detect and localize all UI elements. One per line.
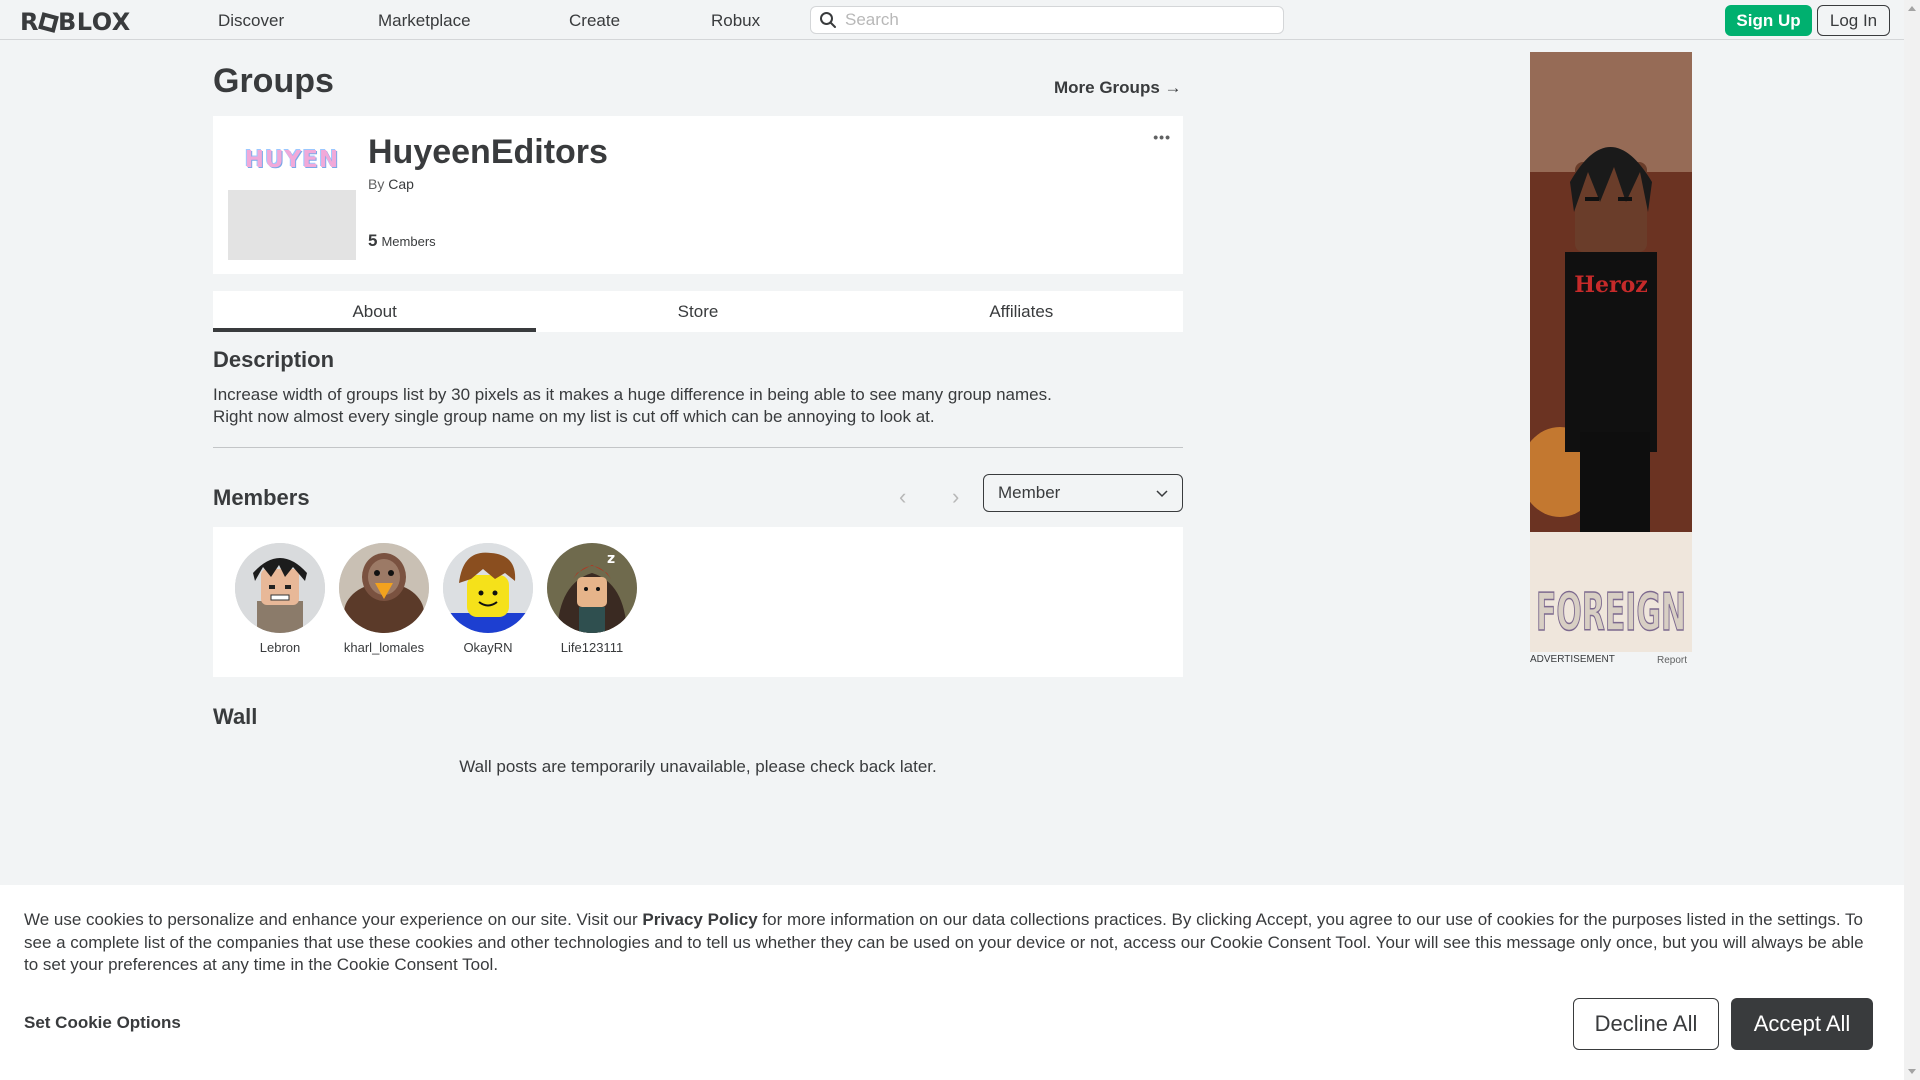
more-options-icon[interactable]: ••• <box>1153 129 1171 145</box>
group-emblem-placeholder <box>228 190 356 260</box>
group-by-label: By <box>368 176 385 192</box>
member-count-label: Members <box>381 234 436 249</box>
group-name: HuyeenEditors <box>368 133 608 171</box>
avatar[interactable] <box>443 543 533 633</box>
nav-link-marketplace[interactable]: Marketplace <box>378 11 471 31</box>
group-description: Increase width of groups list by 30 pixe… <box>213 384 1183 428</box>
group-owner-link[interactable]: Cap <box>388 176 414 192</box>
log-in-button[interactable]: Log In <box>1817 5 1890 36</box>
ad-art-text: FOREIGN <box>1536 583 1686 643</box>
privacy-policy-link[interactable]: Privacy Policy <box>642 910 757 929</box>
tab-affiliates[interactable]: Affiliates <box>860 291 1183 332</box>
advertisement-label: ADVERTISEMENT <box>1530 654 1615 665</box>
description-line-1: Increase width of groups list by 30 pixe… <box>213 385 1052 404</box>
scroll-down-arrow-icon[interactable] <box>1908 1069 1916 1074</box>
member-name[interactable]: OkayRN <box>438 640 538 655</box>
wall-heading: Wall <box>213 704 258 729</box>
cookie-text-before: We use cookies to personalize and enhanc… <box>24 910 643 929</box>
roblox-logo[interactable]: R BLOX <box>20 8 131 36</box>
group-member-count: 5 Members <box>368 231 436 251</box>
group-header-card: HUYEN HuyeenEditors By Cap 5 Members ••• <box>213 116 1183 274</box>
accept-all-button[interactable]: Accept All <box>1731 998 1873 1050</box>
decline-all-button[interactable]: Decline All <box>1573 998 1719 1050</box>
avatar[interactable] <box>235 543 325 633</box>
ad-shirt-text: Heroz <box>1574 272 1648 298</box>
sign-up-button[interactable]: Sign Up <box>1725 5 1812 36</box>
chevron-down-icon <box>1156 483 1168 503</box>
cookie-message: We use cookies to personalize and enhanc… <box>24 909 1880 977</box>
member-name[interactable]: Lebron <box>230 640 330 655</box>
chevron-right-icon[interactable]: › <box>952 484 959 510</box>
page-scrollbar[interactable] <box>1904 0 1920 1080</box>
members-list: Lebron kharl_lomales OkayRN z Life123111 <box>213 527 1183 677</box>
top-navigation-bar: R BLOX Discover Marketplace Create Robux … <box>0 0 1904 40</box>
cookie-consent-banner: We use cookies to personalize and enhanc… <box>0 885 1904 1080</box>
nav-link-create[interactable]: Create <box>569 11 620 31</box>
group-owner-line: By Cap <box>368 176 414 192</box>
member-card[interactable]: z Life123111 <box>542 543 642 655</box>
description-line-2: Right now almost every single group name… <box>213 407 935 426</box>
more-groups-link[interactable]: More Groups → <box>1054 78 1182 98</box>
logo-o-shape <box>38 12 59 33</box>
advertisement-banner[interactable]: Heroz FOREIGN <box>1530 52 1692 652</box>
nav-link-robux[interactable]: Robux <box>711 11 760 31</box>
tab-about[interactable]: About <box>213 291 537 332</box>
tab-store[interactable]: Store <box>536 291 859 332</box>
search-icon <box>811 11 845 29</box>
role-filter-dropdown[interactable]: Member <box>983 474 1183 512</box>
member-card[interactable]: kharl_lomales <box>334 543 434 655</box>
member-count-value: 5 <box>368 231 378 250</box>
logo-letters-blox: BLOX <box>57 8 131 36</box>
page-title: Groups <box>213 62 334 100</box>
chevron-left-icon[interactable]: ‹ <box>899 484 906 510</box>
wall-unavailable-message: Wall posts are temporarily unavailable, … <box>459 757 937 776</box>
member-card[interactable]: OkayRN <box>438 543 538 655</box>
set-cookie-options-link[interactable]: Set Cookie Options <box>24 1013 181 1033</box>
group-emblem: HUYEN <box>228 130 356 260</box>
section-divider <box>213 447 1183 448</box>
search-input[interactable] <box>845 10 1265 30</box>
member-card[interactable]: Lebron <box>230 543 330 655</box>
description-heading: Description <box>213 347 335 372</box>
member-name[interactable]: kharl_lomales <box>334 640 434 655</box>
scroll-up-arrow-icon[interactable] <box>1908 6 1916 11</box>
logo-letter-r: R <box>20 8 39 36</box>
group-emblem-logo: HUYEN <box>228 130 356 190</box>
report-ad-link[interactable]: Report <box>1657 655 1687 666</box>
members-heading: Members <box>213 485 310 510</box>
group-tabs: About Store Affiliates <box>213 291 1183 332</box>
search-box[interactable] <box>810 6 1284 34</box>
role-filter-value: Member <box>998 483 1061 502</box>
avatar[interactable] <box>339 543 429 633</box>
member-name[interactable]: Life123111 <box>542 640 642 655</box>
avatar[interactable]: z <box>547 543 637 633</box>
svg-text:z: z <box>607 551 615 567</box>
nav-link-discover[interactable]: Discover <box>218 11 284 31</box>
